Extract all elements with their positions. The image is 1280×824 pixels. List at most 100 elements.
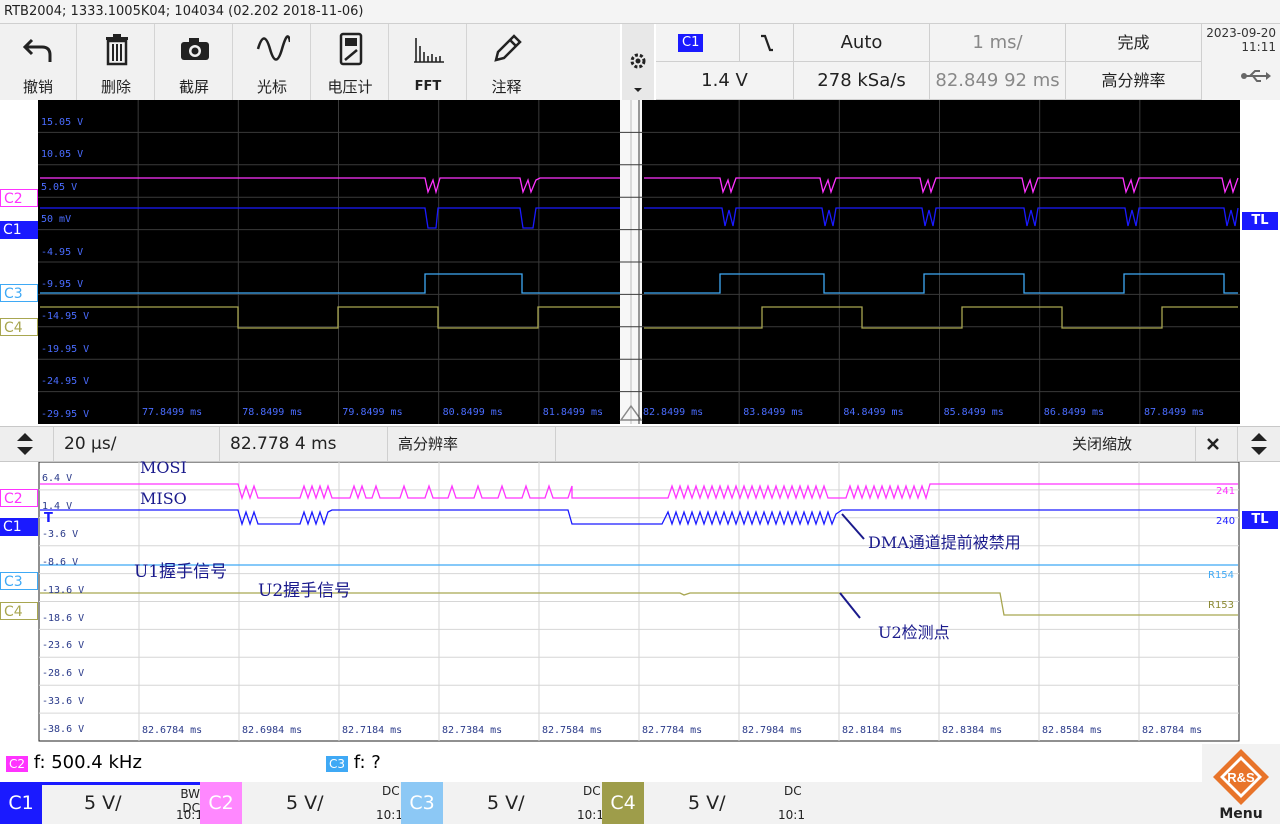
pencil-icon bbox=[494, 34, 522, 62]
zoom-c1-side-tag[interactable]: C1 bbox=[0, 518, 38, 536]
close-icon bbox=[1207, 438, 1219, 450]
u1-handshake-annotation: U1握手信号 bbox=[134, 562, 228, 582]
sine-wave-icon bbox=[256, 35, 290, 61]
trigger-mode[interactable]: Auto bbox=[794, 24, 930, 62]
y-axis-label: -14.95 V bbox=[41, 311, 90, 323]
cursor-button[interactable]: 光标 bbox=[234, 24, 311, 100]
close-zoom-button[interactable] bbox=[1196, 427, 1238, 461]
u2-check-point-annotation: U2检测点 bbox=[878, 623, 950, 642]
trigger-position[interactable]: 82.849 92 ms bbox=[930, 62, 1066, 100]
undo-button[interactable]: 撤销 bbox=[0, 24, 77, 100]
zoom-position[interactable]: 82.778 4 ms bbox=[220, 427, 388, 461]
channel-c1-bw-label: BW bbox=[180, 787, 200, 801]
channel-c3-tag: C3 bbox=[401, 782, 443, 824]
voltmeter-icon bbox=[339, 32, 363, 66]
zoom-position-adjust[interactable] bbox=[1238, 427, 1280, 461]
settings-button[interactable] bbox=[622, 24, 654, 100]
toolbar: 撤销 删除 截屏 光标 电压计 FFT 注释 bbox=[0, 24, 620, 100]
channel-c1-scale: 5 V/ bbox=[84, 792, 122, 814]
measurement-bar: C2 f: 500.4 kHz C3 f: ? bbox=[0, 744, 1280, 782]
zoom-timebase-adjust[interactable] bbox=[0, 427, 54, 461]
voltmeter-button[interactable]: 电压计 bbox=[312, 24, 389, 100]
x-axis-label: 82.7184 ms bbox=[342, 725, 403, 736]
y-axis-label: -29.95 V bbox=[41, 408, 90, 420]
y-axis-label: 15.05 V bbox=[41, 117, 84, 128]
clock: 2023-09-20 11:11 bbox=[1202, 24, 1280, 100]
trigger-marker: T bbox=[44, 511, 53, 526]
channel-c4-scale: 5 V/ bbox=[688, 792, 726, 814]
channel-c4-block[interactable]: C4 5 V/ DC 10:1 bbox=[602, 782, 805, 824]
run-status[interactable]: 完成 bbox=[1066, 24, 1202, 62]
channel-c1-block[interactable]: C1 5 V/ BW DC 10:1 bbox=[0, 782, 203, 824]
c1-side-tag[interactable]: C1 bbox=[0, 221, 38, 239]
x-axis-label: 82.8184 ms bbox=[842, 725, 903, 736]
screenshot-button[interactable]: 截屏 bbox=[156, 24, 233, 100]
x-axis-label: 80.8499 ms bbox=[442, 407, 503, 418]
channel-c2-scale: 5 V/ bbox=[286, 792, 324, 814]
channel-c2-coupling: DC bbox=[382, 784, 400, 798]
delete-button[interactable]: 删除 bbox=[78, 24, 155, 100]
trigger-source[interactable]: C1 bbox=[656, 24, 740, 62]
delete-label: 删除 bbox=[100, 78, 131, 96]
chevron-down-icon bbox=[634, 88, 642, 92]
trigger-level[interactable]: 1.4 V bbox=[656, 62, 794, 100]
falling-edge-icon bbox=[760, 34, 773, 52]
measurement-c2-value: f: 500.4 kHz bbox=[33, 752, 142, 773]
channel-c4-ratio: 10:1 bbox=[778, 808, 805, 822]
channel-c1-tag: C1 bbox=[0, 782, 42, 824]
zoom-trigger-level-tag[interactable]: TL bbox=[1242, 511, 1278, 529]
trigger-slope[interactable] bbox=[740, 24, 794, 62]
c4-side-tag[interactable]: C4 bbox=[0, 318, 38, 336]
y-axis-label: -24.95 V bbox=[41, 376, 90, 388]
menu-label: Menu bbox=[1219, 806, 1263, 822]
x-axis-label: 82.7384 ms bbox=[442, 725, 503, 736]
measurement-c2[interactable]: C2 f: 500.4 kHz bbox=[6, 752, 142, 773]
zoom-bar: 20 µs/ 82.778 4 ms 高分辨率 关闭缩放 bbox=[0, 426, 1280, 462]
channel-c4-coupling: DC bbox=[784, 784, 802, 798]
zoom-waveform-area: 6.4 V 1.4 V -3.6 V -8.6 V -13.6 V -18.6 V -23.… bbox=[0, 458, 1280, 742]
voltmeter-label: 电压计 bbox=[327, 78, 373, 96]
y-axis-label: -23.6 V bbox=[42, 640, 85, 652]
x-axis-label: 82.6784 ms bbox=[142, 725, 203, 736]
channel-c3-ratio: 10:1 bbox=[577, 808, 604, 822]
dma-disabled-annotation: DMA通道提前被禁用 bbox=[868, 533, 1021, 552]
x-axis-label: 77.8499 ms bbox=[142, 407, 203, 418]
channel-bar: C1 5 V/ BW DC 10:1 C2 5 V/ DC 10:1 C3 5 … bbox=[0, 782, 1280, 824]
x-axis-label: 84.8499 ms bbox=[843, 407, 904, 418]
acquisition-settings: C1 Auto 1 ms/ 完成 1.4 V 278 kSa/s 82.849 … bbox=[656, 24, 1202, 100]
acquisition-mode[interactable]: 高分辨率 bbox=[1066, 62, 1202, 100]
channel-c2-block[interactable]: C2 5 V/ DC 10:1 bbox=[200, 782, 403, 824]
zoom-timebase[interactable]: 20 µs/ bbox=[54, 427, 220, 461]
c2-side-tag[interactable]: C2 bbox=[0, 189, 38, 207]
zoom-c4-side-tag[interactable]: C4 bbox=[0, 602, 38, 620]
up-down-arrow-icon bbox=[1251, 433, 1267, 455]
channel-c3-coupling: DC bbox=[583, 784, 601, 798]
c3-side-tag[interactable]: C3 bbox=[0, 284, 38, 302]
x-axis-label: 82.8784 ms bbox=[1142, 725, 1203, 736]
channel-c3-block[interactable]: C3 5 V/ DC 10:1 bbox=[401, 782, 604, 824]
usb-icon bbox=[1241, 70, 1271, 82]
trigger-level-tag[interactable]: TL bbox=[1242, 212, 1278, 230]
y-axis-label: -33.6 V bbox=[42, 696, 85, 708]
annotate-button[interactable]: 注释 bbox=[468, 24, 545, 100]
x-axis-label: 82.8584 ms bbox=[1042, 725, 1103, 736]
window-title: RTB2004; 1333.1005K04; 104034 (02.202 20… bbox=[0, 0, 1280, 24]
measurement-c3[interactable]: C3 f: ? bbox=[326, 752, 381, 773]
y-axis-label: 5.05 V bbox=[41, 181, 78, 193]
menu-button[interactable]: R&S Menu bbox=[1202, 744, 1280, 824]
undo-icon bbox=[22, 38, 52, 62]
y-axis-label: -19.95 V bbox=[41, 343, 90, 355]
x-axis-label: 82.8499 ms bbox=[643, 407, 704, 418]
fft-button[interactable]: FFT bbox=[390, 24, 467, 100]
timebase[interactable]: 1 ms/ bbox=[930, 24, 1066, 62]
y-axis-label: -3.6 V bbox=[42, 528, 79, 540]
measurement-c3-value: f: ? bbox=[353, 752, 381, 773]
ref-label-240: 240 bbox=[1216, 516, 1236, 527]
channel-c4-tag: C4 bbox=[602, 782, 644, 824]
y-axis-label: 10.05 V bbox=[41, 149, 84, 161]
zoom-c3-side-tag[interactable]: C3 bbox=[0, 572, 38, 590]
y-axis-label: -13.6 V bbox=[42, 584, 85, 596]
zoom-c2-side-tag[interactable]: C2 bbox=[0, 489, 38, 507]
close-zoom-label[interactable]: 关闭缩放 bbox=[1062, 427, 1196, 461]
y-axis-label: -9.95 V bbox=[41, 279, 84, 290]
